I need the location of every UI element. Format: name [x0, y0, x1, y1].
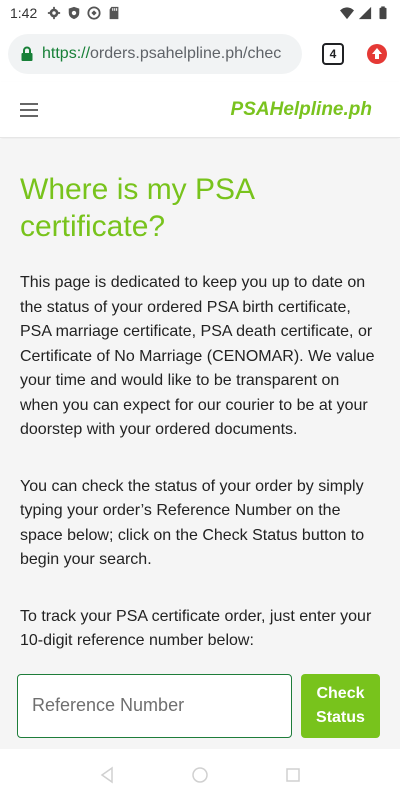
reference-number-input[interactable]	[17, 673, 292, 738]
check-status-button[interactable]: Check Status	[300, 673, 380, 738]
site-logo[interactable]: PSAHelpline.ph	[231, 99, 372, 121]
status-bar: 1:42	[0, 0, 400, 26]
recents-icon[interactable]	[281, 763, 305, 787]
url-scheme: https://	[42, 45, 91, 62]
address-bar[interactable]: https://orders.psahelpline.ph/chec	[8, 34, 302, 74]
shield-icon	[69, 6, 80, 20]
site-header: PSAHelpline.ph	[0, 82, 400, 138]
status-time: 1:42	[10, 5, 38, 21]
sd-card-icon	[109, 6, 119, 20]
android-nav-bar	[0, 750, 400, 800]
signal-icon	[358, 6, 372, 20]
browser-toolbar: https://orders.psahelpline.ph/chec 4	[0, 26, 400, 82]
at-sign-icon	[87, 6, 101, 20]
home-icon[interactable]	[188, 763, 212, 787]
wifi-icon	[340, 7, 354, 20]
main-content: Where is my PSA certificate? This page i…	[0, 139, 400, 749]
lock-icon	[21, 46, 33, 61]
status-right	[340, 6, 390, 20]
intro-paragraph: This page is dedicated to keep you up to…	[20, 274, 375, 438]
url-text: https://orders.psahelpline.ph/chec	[42, 45, 281, 63]
status-left: 1:42	[10, 5, 121, 21]
battery-icon	[379, 6, 387, 20]
instructions-paragraph: You can check the status of your order b…	[20, 477, 365, 569]
back-icon[interactable]	[95, 763, 119, 787]
reference-search-form: Check Status	[17, 673, 380, 738]
tab-count: 4	[329, 47, 337, 61]
page-title: Where is my PSA certificate?	[20, 173, 254, 243]
url-rest: orders.psahelpline.ph/chec	[90, 45, 282, 62]
tab-switcher-button[interactable]: 4	[322, 43, 344, 65]
arrow-up-circle-icon[interactable]	[366, 43, 388, 65]
gear-icon	[48, 6, 61, 20]
hamburger-menu-icon[interactable]	[20, 102, 38, 117]
tracking-prompt: To track your PSA certificate order, jus…	[20, 607, 372, 650]
